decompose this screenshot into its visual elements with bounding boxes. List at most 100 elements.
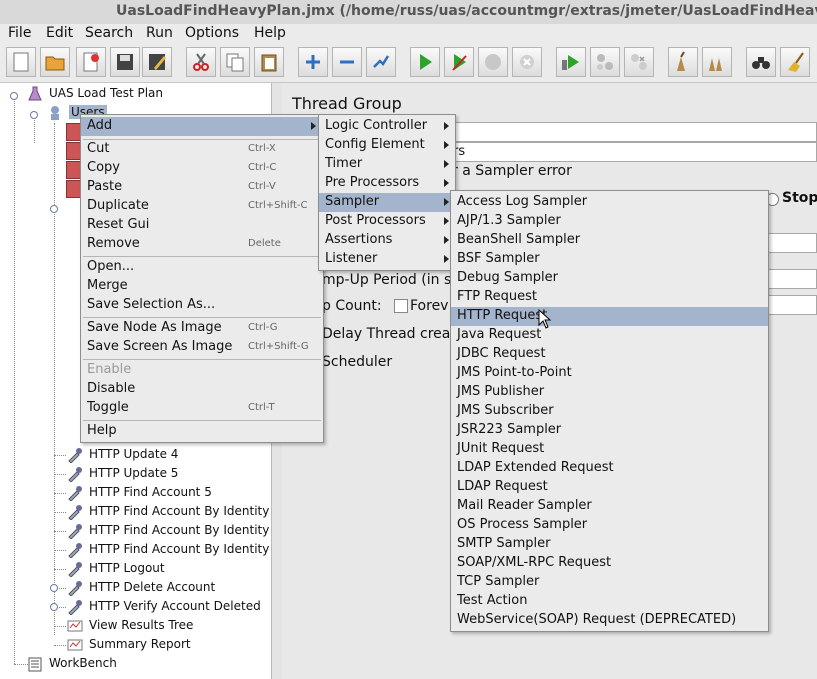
menu-edit[interactable]: Edit xyxy=(46,25,73,41)
close-file-button[interactable] xyxy=(76,47,106,77)
menu-item-help[interactable]: Help xyxy=(81,422,323,441)
menu-item-jsr223-sampler[interactable]: JSR223 Sampler xyxy=(451,421,768,440)
menu-item-paste[interactable]: Paste Ctrl-V xyxy=(81,178,323,197)
new-button[interactable] xyxy=(6,47,36,77)
open-button[interactable] xyxy=(40,47,70,77)
submenu-arrow-icon xyxy=(444,255,449,263)
menu-item-merge[interactable]: Merge xyxy=(81,277,323,296)
forever-checkbox[interactable] xyxy=(394,299,408,313)
pipette-icon xyxy=(68,524,82,539)
toolbar xyxy=(0,44,817,83)
menu-help[interactable]: Help xyxy=(254,25,286,41)
context-menu: Add Cut Ctrl-X Copy Ctrl-C Paste Ctrl-V Dup… xyxy=(80,114,324,443)
menu-item-ftp-request[interactable]: FTP Request xyxy=(451,288,768,307)
menu-item-test-action[interactable]: Test Action xyxy=(451,592,768,611)
toggle-button[interactable] xyxy=(366,47,396,77)
summary-report-icon xyxy=(67,639,83,651)
rampup-field[interactable] xyxy=(768,269,817,289)
cut-icon xyxy=(193,53,209,71)
stop-button[interactable] xyxy=(478,47,508,77)
cut-button[interactable] xyxy=(186,47,216,77)
menu-item-open[interactable]: Open... xyxy=(81,258,323,277)
remote-exit-button[interactable] xyxy=(624,47,654,77)
menu-item-webservice-soap-request[interactable]: WebService(SOAP) Request (DEPRECATED) xyxy=(451,611,768,630)
menu-item-remove[interactable]: Remove Delete xyxy=(81,235,323,254)
menu-item-jms-publisher[interactable]: JMS Publisher xyxy=(451,383,768,402)
start-no-timers-button[interactable] xyxy=(444,47,474,77)
menu-item-cut[interactable]: Cut Ctrl-X xyxy=(81,140,323,159)
menu-item-tcp-sampler[interactable]: TCP Sampler xyxy=(451,573,768,592)
shutdown-button[interactable] xyxy=(512,47,542,77)
menu-item-mail-reader-sampler[interactable]: Mail Reader Sampler xyxy=(451,497,768,516)
menu-file[interactable]: File xyxy=(8,25,31,41)
menu-item-debug-sampler[interactable]: Debug Sampler xyxy=(451,269,768,288)
menu-options[interactable]: Options xyxy=(185,25,239,41)
workbench-icon xyxy=(28,657,42,672)
submenu-arrow-icon xyxy=(444,141,449,149)
menu-item-ldap-request[interactable]: LDAP Request xyxy=(451,478,768,497)
search-button[interactable] xyxy=(746,47,776,77)
paste-button[interactable] xyxy=(254,47,284,77)
menu-item-ajp-sampler[interactable]: AJP/1.3 Sampler xyxy=(451,212,768,231)
menu-item-smtp-sampler[interactable]: SMTP Sampler xyxy=(451,535,768,554)
menu-item-save-screen-image[interactable]: Save Screen As Image Ctrl+Shift-G xyxy=(81,338,323,357)
pipette-icon xyxy=(68,543,82,558)
comments-field[interactable]: rs xyxy=(452,142,817,162)
clear-button[interactable] xyxy=(668,47,698,77)
menu-item-os-process-sampler[interactable]: OS Process Sampler xyxy=(451,516,768,535)
threads-field[interactable] xyxy=(768,233,817,253)
menu-item-java-request[interactable]: Java Request xyxy=(451,326,768,345)
menu-bar: File Edit Search Run Options Help xyxy=(0,24,817,44)
name-field[interactable] xyxy=(452,122,817,142)
menu-item-junit-request[interactable]: JUnit Request xyxy=(451,440,768,459)
remote-stop-icon xyxy=(597,54,613,70)
menu-item-pre-processors[interactable]: Pre Processors xyxy=(319,174,455,193)
thread-group-icon xyxy=(51,106,59,120)
menu-item-timer[interactable]: Timer xyxy=(319,155,455,174)
collapse-button[interactable] xyxy=(332,47,362,77)
reset-search-broom-icon xyxy=(788,52,804,72)
menu-item-jms-subscriber[interactable]: JMS Subscriber xyxy=(451,402,768,421)
menu-item-toggle[interactable]: Toggle Ctrl-T xyxy=(81,399,323,418)
menu-item-listener[interactable]: Listener xyxy=(319,250,455,269)
pipette-icon xyxy=(68,581,82,596)
menu-item-jdbc-request[interactable]: JDBC Request xyxy=(451,345,768,364)
pipette-icon xyxy=(68,486,82,501)
menu-item-save-selection[interactable]: Save Selection As... xyxy=(81,296,323,315)
clear-all-button[interactable] xyxy=(702,47,732,77)
pipette-icon xyxy=(68,467,82,482)
remote-start-button[interactable] xyxy=(556,47,586,77)
menu-item-duplicate[interactable]: Duplicate Ctrl+Shift-C xyxy=(81,197,323,216)
menu-item-disable[interactable]: Disable xyxy=(81,380,323,399)
expand-button[interactable] xyxy=(298,47,328,77)
menu-search[interactable]: Search xyxy=(85,25,133,41)
menu-item-http-request[interactable]: HTTP Request xyxy=(451,307,768,326)
start-button[interactable] xyxy=(410,47,440,77)
menu-item-ldap-extended-request[interactable]: LDAP Extended Request xyxy=(451,459,768,478)
copy-button[interactable] xyxy=(220,47,250,77)
menu-item-assertions[interactable]: Assertions xyxy=(319,231,455,250)
save-button[interactable] xyxy=(110,47,140,77)
reset-search-button[interactable] xyxy=(780,47,810,77)
menu-item-bsf-sampler[interactable]: BSF Sampler xyxy=(451,250,768,269)
menu-item-config-element[interactable]: Config Element xyxy=(319,136,455,155)
menu-item-sampler[interactable]: Sampler xyxy=(319,193,455,212)
menu-item-access-log-sampler[interactable]: Access Log Sampler xyxy=(451,193,768,212)
save-as-button[interactable] xyxy=(142,47,172,77)
menu-item-logic-controller[interactable]: Logic Controller xyxy=(319,117,455,136)
menu-run[interactable]: Run xyxy=(146,25,173,41)
menu-item-reset-gui[interactable]: Reset Gui xyxy=(81,216,323,235)
menu-item-post-processors[interactable]: Post Processors xyxy=(319,212,455,231)
submenu-arrow-icon xyxy=(444,198,449,206)
menu-item-add[interactable]: Add xyxy=(81,117,323,136)
menu-item-beanshell-sampler[interactable]: BeanShell Sampler xyxy=(451,231,768,250)
toggle-icon xyxy=(373,55,390,68)
scheduler-label: Scheduler xyxy=(322,354,393,370)
menu-item-jms-point-to-point[interactable]: JMS Point-to-Point xyxy=(451,364,768,383)
menu-item-copy[interactable]: Copy Ctrl-C xyxy=(81,159,323,178)
menu-item-soap-xml-rpc-request[interactable]: SOAP/XML-RPC Request xyxy=(451,554,768,573)
remote-stop-button[interactable] xyxy=(590,47,620,77)
submenu-arrow-icon xyxy=(444,160,449,168)
menu-item-save-node-image[interactable]: Save Node As Image Ctrl-G xyxy=(81,319,323,338)
loop-count-field[interactable] xyxy=(768,295,817,315)
